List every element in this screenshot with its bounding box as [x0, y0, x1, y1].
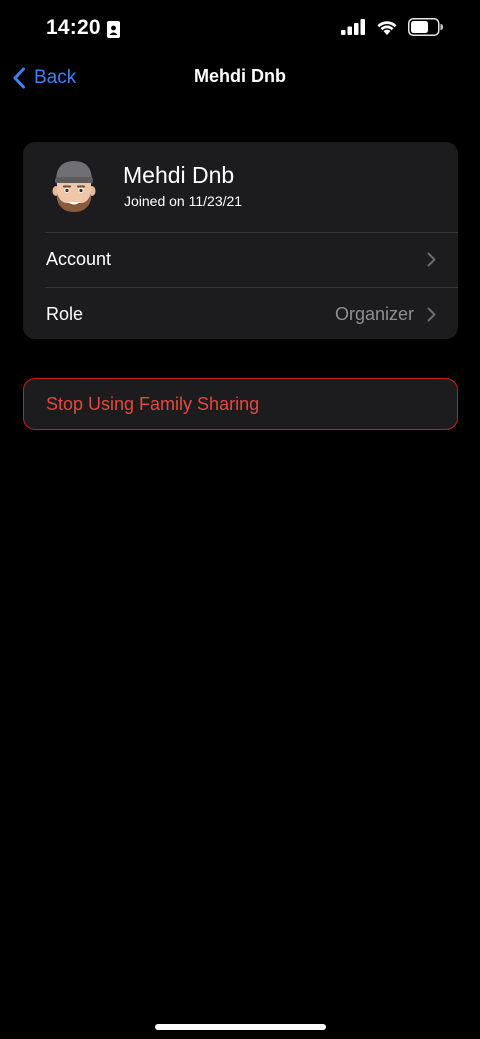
- chevron-right-icon: [427, 252, 436, 267]
- status-icons: [341, 18, 444, 41]
- page-title: Mehdi Dnb: [194, 66, 286, 86]
- battery-icon: [408, 18, 444, 41]
- status-time: 14:20: [46, 16, 101, 39]
- profile-header: Mehdi Dnb Joined on 11/23/21: [23, 142, 458, 232]
- cellular-signal-icon: [341, 19, 366, 40]
- stop-family-sharing-button[interactable]: Stop Using Family Sharing: [23, 378, 458, 430]
- joined-date: Joined on 11/23/21: [124, 193, 243, 209]
- member-card: Mehdi Dnb Joined on 11/23/21 Account Rol…: [23, 142, 458, 339]
- member-name: Mehdi Dnb: [123, 162, 235, 188]
- role-value: Organizer: [334, 304, 414, 324]
- wifi-icon: [376, 19, 398, 40]
- status-bar: 14:20: [0, 0, 480, 56]
- status-time-group: 14:20: [46, 16, 120, 40]
- account-row[interactable]: Account: [23, 233, 458, 287]
- home-indicator[interactable]: [155, 1024, 326, 1030]
- avatar: [51, 159, 97, 213]
- account-label: Account: [46, 249, 112, 269]
- screen: 14:20 Back Mehdi Dnb Mehdi Dnb Joined on…: [0, 0, 480, 1039]
- person-id-icon: [106, 20, 120, 38]
- chevron-right-icon: [427, 307, 436, 322]
- stop-family-sharing-label: Stop Using Family Sharing: [46, 394, 260, 414]
- role-row[interactable]: Role Organizer: [23, 288, 458, 339]
- navigation-bar: Back Mehdi Dnb: [0, 56, 480, 100]
- role-label: Role: [46, 304, 84, 324]
